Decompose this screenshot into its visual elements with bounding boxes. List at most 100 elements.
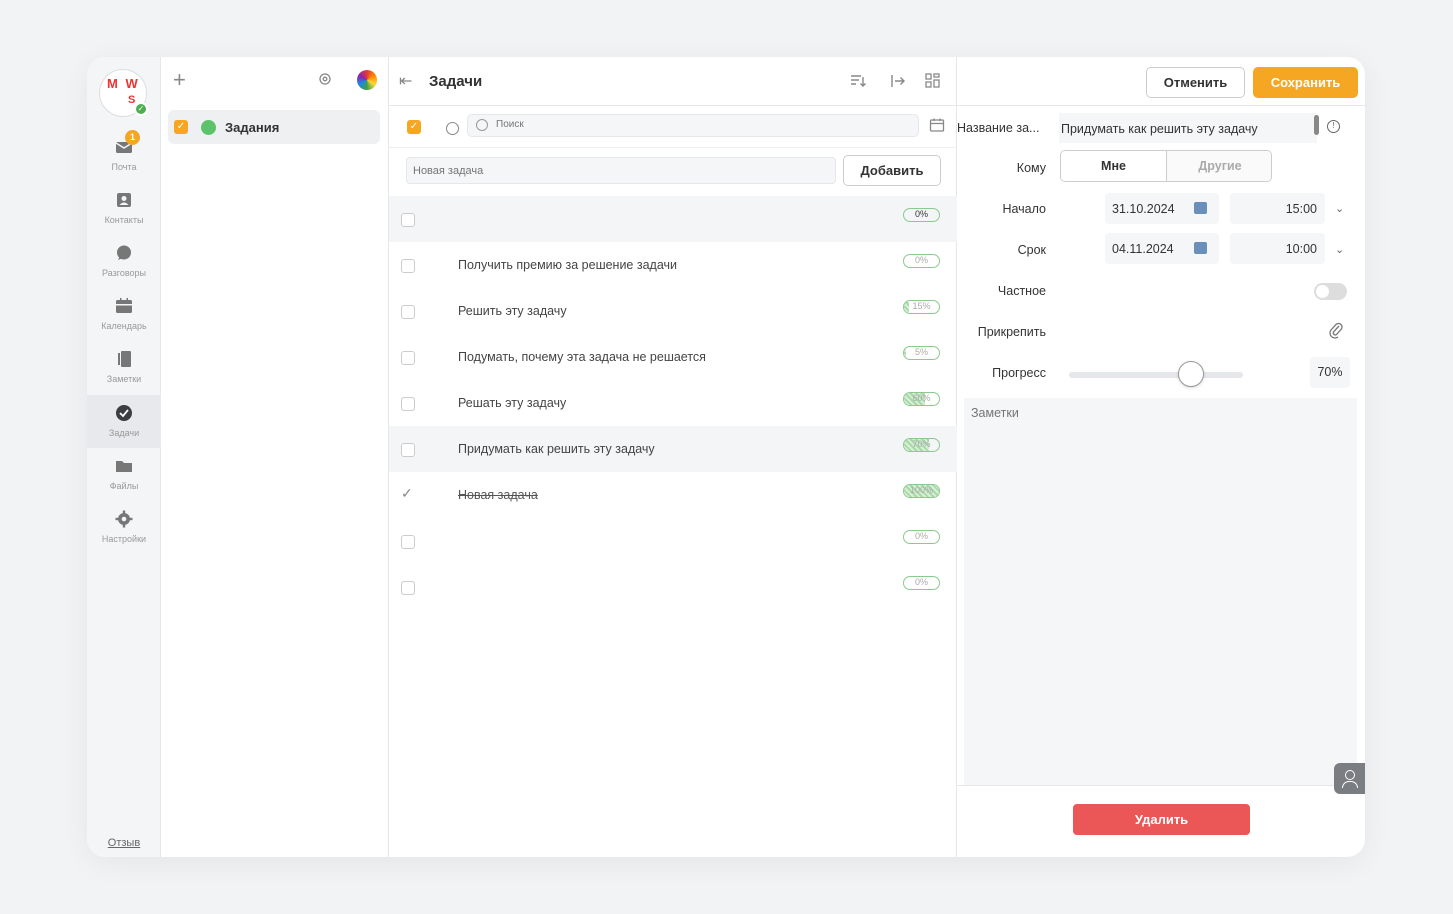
expand-right-icon[interactable] (889, 72, 907, 90)
folder-color-dot (201, 120, 216, 135)
support-person-icon[interactable] (1334, 763, 1365, 794)
task-row[interactable]: 0% (389, 196, 957, 242)
rail-item-chats[interactable]: Разговоры (87, 235, 161, 288)
progress-value[interactable]: 70% (1310, 357, 1350, 388)
avatar-initials: M W (107, 76, 140, 91)
folder-checkbox[interactable]: ✓ (174, 120, 188, 134)
calendar-filter-icon[interactable] (929, 117, 945, 133)
assign-me-option[interactable]: Мне (1061, 151, 1167, 181)
notes-textarea[interactable] (964, 398, 1357, 785)
detail-footer: Удалить (957, 785, 1365, 857)
task-checkbox[interactable] (401, 351, 415, 365)
folders-panel: + ✓ Задания (161, 57, 389, 857)
task-checkbox[interactable] (401, 259, 415, 273)
rail-label: Разговоры (102, 268, 146, 278)
info-icon[interactable]: ! (1327, 120, 1340, 133)
rail-item-calendar[interactable]: Календарь (87, 288, 161, 341)
task-row[interactable]: Решать эту задачу 60% (389, 380, 957, 426)
rail-label: Заметки (106, 374, 142, 384)
new-task-input[interactable] (406, 157, 836, 184)
search-box (467, 114, 919, 137)
start-date-field[interactable]: 31.10.2024 (1105, 193, 1219, 224)
start-time-chevron-down-icon[interactable]: ⌄ (1335, 202, 1344, 215)
rail-item-mail[interactable]: 1 Почта (87, 129, 161, 182)
due-calendar-icon[interactable] (1194, 242, 1207, 254)
rail-item-files[interactable]: Файлы (87, 448, 161, 501)
task-row[interactable]: 0% (389, 564, 957, 610)
due-time-field[interactable]: 10:00 (1230, 233, 1325, 264)
search-icon (476, 119, 488, 131)
task-row[interactable]: Получить премию за решение задачи 0% (389, 242, 957, 288)
task-checkbox[interactable] (401, 305, 415, 319)
due-date-value: 04.11.2024 (1112, 242, 1174, 256)
task-checkbox[interactable] (401, 581, 415, 595)
detail-header: Отменить Сохранить (957, 57, 1365, 106)
task-progress-badge: 0% (903, 530, 940, 544)
delete-button[interactable]: Удалить (1073, 804, 1250, 835)
start-time-field[interactable]: 15:00 (1230, 193, 1325, 224)
left-rail: M W S ✓ 1 Почта Контакты Разговоры Кален… (87, 57, 161, 857)
settings-icon (115, 510, 133, 528)
task-progress-badge: 60% (903, 392, 940, 406)
rail-label: Настройки (101, 534, 147, 544)
task-row[interactable]: Решить эту задачу 15% (389, 288, 957, 334)
feedback-link[interactable]: Отзыв (87, 837, 161, 849)
rail-item-settings[interactable]: Настройки (87, 501, 161, 554)
task-name-field[interactable]: Придумать как решить эту задачу (1059, 113, 1317, 143)
folder-item-assignments[interactable]: ✓ Задания (168, 110, 380, 144)
sort-icon[interactable] (849, 72, 867, 90)
task-progress-badge: 100% (903, 484, 940, 498)
task-title: Решать эту задачу (458, 396, 567, 410)
task-row[interactable]: Подумать, почему эта задача не решается … (389, 334, 957, 380)
search-input[interactable] (496, 119, 896, 130)
name-scrollbar[interactable] (1314, 115, 1319, 135)
rail-label: Файлы (109, 481, 139, 491)
task-checkbox[interactable] (401, 397, 415, 411)
task-row-selected[interactable]: Придумать как решить эту задачу 70% (389, 426, 957, 472)
folder-settings-icon[interactable] (317, 71, 333, 87)
task-progress-badge: 15% (903, 300, 940, 314)
tasks-panel: ⇤ Задачи ✓ Добавить 0% (389, 57, 957, 857)
rail-label: Задачи (108, 428, 140, 438)
collapse-left-icon[interactable]: ⇤ (399, 71, 412, 91)
task-checkbox[interactable] (401, 213, 415, 227)
task-progress-badge: 5% (903, 346, 940, 360)
tasks-icon (116, 405, 132, 421)
task-checkbox[interactable] (401, 535, 415, 549)
task-title: Подумать, почему эта задача не решается (458, 350, 706, 364)
paperclip-icon[interactable] (1328, 321, 1344, 339)
due-date-field[interactable]: 04.11.2024 (1105, 233, 1219, 264)
private-toggle[interactable] (1314, 283, 1347, 300)
task-row[interactable]: 0% (389, 518, 957, 564)
task-progress-badge: 0% (903, 208, 940, 222)
done-check-icon[interactable]: ✓ (401, 485, 413, 502)
private-label: Частное (997, 284, 1046, 298)
layout-grid-icon[interactable] (924, 72, 942, 90)
due-label: Срок (1017, 243, 1046, 257)
due-time-chevron-down-icon[interactable]: ⌄ (1335, 243, 1344, 256)
task-checkbox[interactable] (401, 443, 415, 457)
folder-name: Задания (225, 120, 280, 135)
clock-filter-icon[interactable] (446, 122, 459, 135)
cancel-button[interactable]: Отменить (1146, 67, 1245, 98)
attach-label: Прикрепить (977, 325, 1046, 339)
select-all-checkbox[interactable]: ✓ (407, 120, 421, 134)
rail-item-notes[interactable]: Заметки (87, 341, 161, 394)
progress-slider[interactable] (1069, 361, 1243, 387)
rail-item-contacts[interactable]: Контакты (87, 182, 161, 235)
assign-others-option[interactable]: Другие (1167, 151, 1271, 181)
name-label: Название за... (957, 121, 1040, 135)
add-task-button[interactable]: Добавить (843, 155, 941, 186)
add-folder-icon[interactable]: + (173, 69, 186, 91)
rail-item-tasks[interactable]: Задачи (87, 395, 161, 448)
progress-slider-handle[interactable] (1177, 361, 1204, 387)
avatar[interactable]: M W S ✓ (99, 69, 148, 117)
save-button[interactable]: Сохранить (1253, 67, 1358, 98)
task-progress-badge: 70% (903, 438, 940, 452)
mail-badge: 1 (125, 130, 140, 145)
start-calendar-icon[interactable] (1194, 202, 1207, 214)
task-row-done[interactable]: ✓ Новая задача 100% (389, 472, 957, 518)
files-icon (116, 461, 132, 472)
color-wheel-icon[interactable] (357, 70, 377, 90)
chat-icon (117, 245, 131, 260)
